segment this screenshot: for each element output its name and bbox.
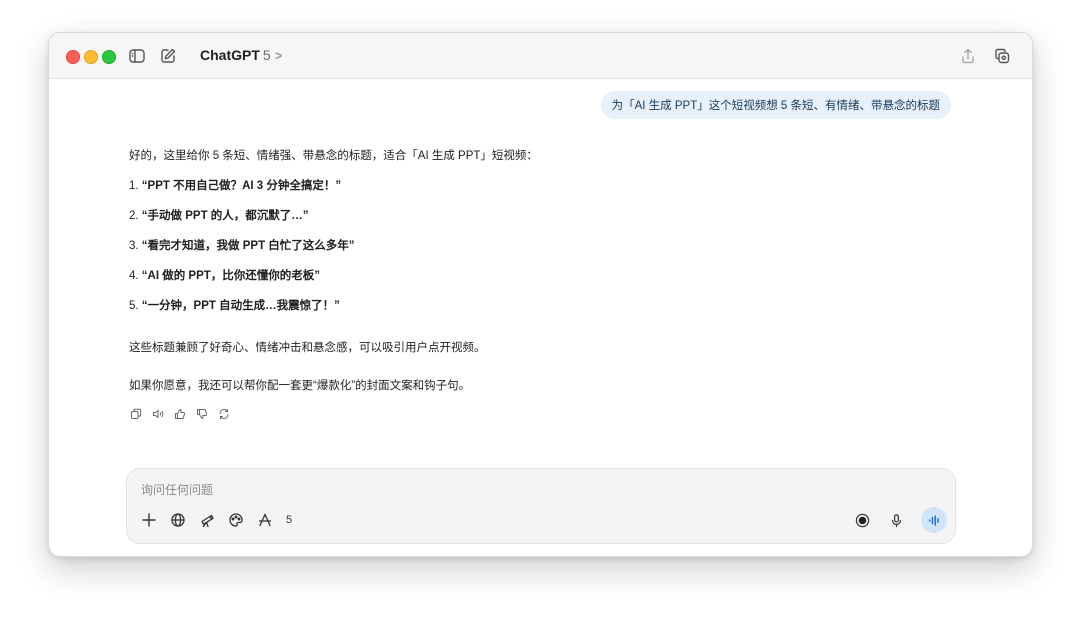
composer-tools: 5: [140, 511, 292, 529]
thumbs-up-icon[interactable]: [173, 407, 187, 421]
chevron-right-icon: >: [274, 48, 283, 63]
sidebar-toggle-icon[interactable]: [126, 45, 148, 67]
list-item: 5. “一分钟，PPT 自动生成…我震惊了！”: [129, 300, 340, 312]
thumbs-down-icon[interactable]: [195, 407, 209, 421]
microphone-icon[interactable]: [887, 511, 905, 529]
reply-followup: 如果你愿意，我还可以帮你配一套更“爆款化”的封面文案和钩子句。: [129, 380, 471, 392]
composer-placeholder[interactable]: 询问任何问题: [141, 481, 213, 498]
palette-icon[interactable]: [227, 511, 245, 529]
list-item: 1. “PPT 不用自己做？AI 3 分钟全搞定！”: [129, 180, 342, 192]
composer-actions: [853, 507, 947, 533]
voice-mode-button[interactable]: [921, 507, 947, 533]
list-item: 4. “AI 做的 PPT，比你还懂你的老板”: [129, 270, 321, 282]
tool-count: 5: [286, 514, 293, 526]
temporary-chat-icon[interactable]: [991, 45, 1013, 67]
app-window: ChatGPT 5 > 为「AI 生成 PPT」这个短视频想 5 条短、有情绪、…: [48, 32, 1033, 557]
reply-intro: 好的，这里给你 5 条短、情绪强、带悬念的标题，适合「AI 生成 PPT」短视频…: [129, 150, 538, 162]
window-maximize-button[interactable]: [102, 50, 116, 64]
read-aloud-icon[interactable]: [151, 407, 165, 421]
model-version: 5: [262, 47, 271, 63]
reply-summary: 这些标题兼顾了好奇心、情绪冲击和悬念感，可以吸引用户点开视频。: [129, 342, 486, 354]
regenerate-icon[interactable]: [217, 407, 231, 421]
window-close-button[interactable]: [66, 50, 80, 64]
tools-icon[interactable]: [256, 511, 274, 529]
telescope-icon[interactable]: [198, 511, 216, 529]
share-icon[interactable]: [957, 45, 979, 67]
globe-icon[interactable]: [169, 511, 187, 529]
message-actions: [129, 407, 231, 421]
new-chat-icon[interactable]: [157, 45, 179, 67]
waveform-icon: [928, 514, 939, 526]
title-bar: ChatGPT 5 >: [49, 33, 1032, 79]
record-icon[interactable]: [853, 511, 871, 529]
model-selector[interactable]: ChatGPT 5 >: [200, 47, 282, 63]
copy-icon[interactable]: [129, 407, 143, 421]
message-composer[interactable]: 询问任何问题 5: [126, 468, 956, 544]
list-item: 3. “看完才知道，我做 PPT 白忙了这么多年”: [129, 240, 355, 252]
plus-icon[interactable]: [140, 511, 158, 529]
user-message-bubble: 为「AI 生成 PPT」这个短视频想 5 条短、有情绪、带悬念的标题: [600, 91, 951, 119]
list-item: 2. “手动做 PPT 的人，都沉默了…”: [129, 210, 309, 222]
app-name: ChatGPT: [200, 47, 260, 63]
window-minimize-button[interactable]: [84, 50, 98, 64]
